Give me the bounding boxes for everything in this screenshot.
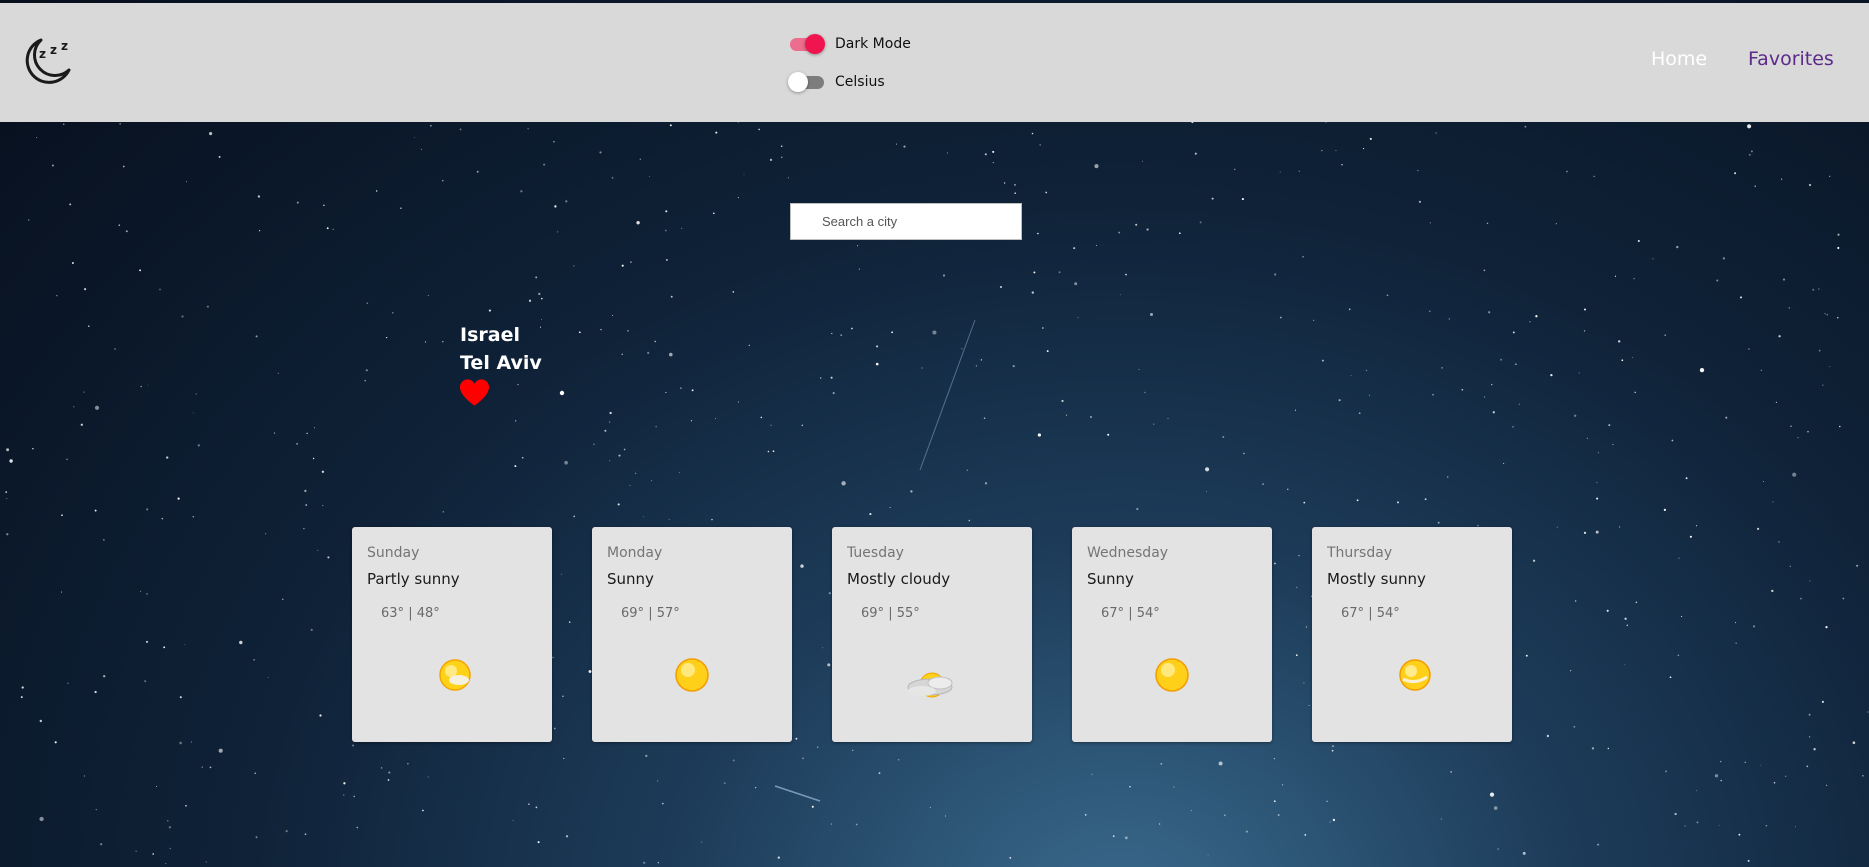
nav-favorites-link[interactable]: Favorites <box>1748 48 1834 70</box>
sleep-moon-icon[interactable]: z z z <box>17 34 73 88</box>
forecast-card[interactable]: Monday Sunny 69° | 57° <box>592 527 792 742</box>
celsius-control: Celsius <box>788 70 885 94</box>
forecast-condition: Sunny <box>607 570 654 588</box>
temp-separator: | <box>648 606 657 621</box>
location-header: Israel Tel Aviv <box>460 321 542 377</box>
celsius-toggle[interactable] <box>788 70 825 94</box>
forecast-card[interactable]: Tuesday Mostly cloudy 69° | 55° <box>832 527 1032 742</box>
temp-separator: | <box>408 606 417 621</box>
forecast-high: 67° <box>1341 606 1365 621</box>
temp-separator: | <box>1368 606 1377 621</box>
forecast-high: 67° <box>1101 606 1125 621</box>
city-search-input[interactable] <box>790 203 1022 240</box>
partly-sunny-icon <box>439 659 471 691</box>
forecast-temps: 63° | 48° <box>381 606 440 621</box>
mostly-cloudy-icon <box>907 672 953 698</box>
forecast-low: 55° <box>896 606 920 621</box>
dark-mode-control: Dark Mode <box>788 32 911 56</box>
forecast-temps: 69° | 57° <box>621 606 680 621</box>
forecast-card[interactable]: Thursday Mostly sunny 67° | 54° <box>1312 527 1512 742</box>
forecast-condition: Mostly cloudy <box>847 570 951 588</box>
celsius-toggle-knob <box>788 72 808 92</box>
forecast-high: 63° <box>381 606 405 621</box>
forecast-low: 57° <box>656 606 680 621</box>
forecast-high: 69° <box>621 606 645 621</box>
heart-icon[interactable] <box>459 378 490 407</box>
nav-home-link[interactable]: Home <box>1651 48 1707 70</box>
country-name: Israel <box>460 324 520 346</box>
mostly-sunny-icon <box>1399 659 1431 691</box>
dark-mode-label: Dark Mode <box>835 36 911 52</box>
sunny-icon <box>1155 658 1189 692</box>
page: z z z Dark Mode Celsius Home Favorites I… <box>0 0 1869 867</box>
celsius-label: Celsius <box>835 74 885 90</box>
forecast-low: 48° <box>416 606 440 621</box>
forecast-day: Sunday <box>367 545 420 561</box>
svg-text:z: z <box>50 43 57 57</box>
forecast-condition: Sunny <box>1087 570 1134 588</box>
forecast-low: 54° <box>1376 606 1400 621</box>
temp-separator: | <box>1128 606 1137 621</box>
svg-text:z: z <box>39 47 46 61</box>
navbar: z z z Dark Mode Celsius Home Favorites <box>0 3 1869 122</box>
forecast-condition: Mostly sunny <box>1327 570 1426 588</box>
forecast-temps: 67° | 54° <box>1341 606 1400 621</box>
svg-text:z: z <box>61 39 68 53</box>
forecast-day: Tuesday <box>847 545 904 561</box>
temp-separator: | <box>888 606 897 621</box>
forecast-temps: 67° | 54° <box>1101 606 1160 621</box>
forecast-temps: 69° | 55° <box>861 606 920 621</box>
forecast-high: 69° <box>861 606 885 621</box>
forecast-day: Thursday <box>1327 545 1393 561</box>
forecast-card[interactable]: Wednesday Sunny 67° | 54° <box>1072 527 1272 742</box>
forecast-day: Monday <box>607 545 663 561</box>
forecast-low: 54° <box>1136 606 1160 621</box>
sunny-icon <box>675 658 709 692</box>
forecast-card[interactable]: Sunday Partly sunny 63° | 48° <box>352 527 552 742</box>
city-name: Tel Aviv <box>460 352 542 374</box>
dark-mode-toggle-knob <box>805 34 825 54</box>
dark-mode-toggle[interactable] <box>788 32 825 56</box>
forecast-day: Wednesday <box>1087 545 1169 561</box>
forecast-condition: Partly sunny <box>367 570 460 588</box>
